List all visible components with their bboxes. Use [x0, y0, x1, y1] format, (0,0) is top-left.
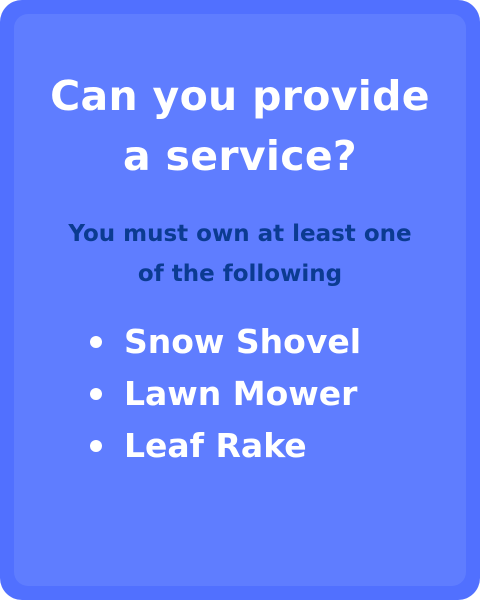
list-item-label: Leaf Rake: [124, 426, 307, 465]
bullet-icon: [90, 440, 102, 452]
card-subtitle-line-2: of the following: [137, 261, 343, 287]
bullet-icon: [90, 336, 102, 348]
bullet-icon: [90, 388, 102, 400]
card-subtitle: You must own at least one of the followi…: [30, 214, 450, 294]
card-title-line-2: a service?: [122, 132, 358, 180]
list-item: Leaf Rake: [14, 420, 466, 472]
card-subtitle-line-1: You must own at least one: [68, 221, 412, 247]
service-card-body: Can you provide a service? You must own …: [14, 14, 466, 586]
service-card: Can you provide a service? You must own …: [0, 0, 480, 600]
card-title-line-1: Can you provide: [50, 72, 430, 120]
list-item-label: Snow Shovel: [124, 322, 362, 361]
list-item-label: Lawn Mower: [124, 374, 358, 413]
list-item: Snow Shovel: [14, 316, 466, 368]
card-title: Can you provide a service?: [14, 14, 466, 186]
list-item: Lawn Mower: [14, 368, 466, 420]
requirements-list: Snow Shovel Lawn Mower Leaf Rake: [14, 316, 466, 472]
